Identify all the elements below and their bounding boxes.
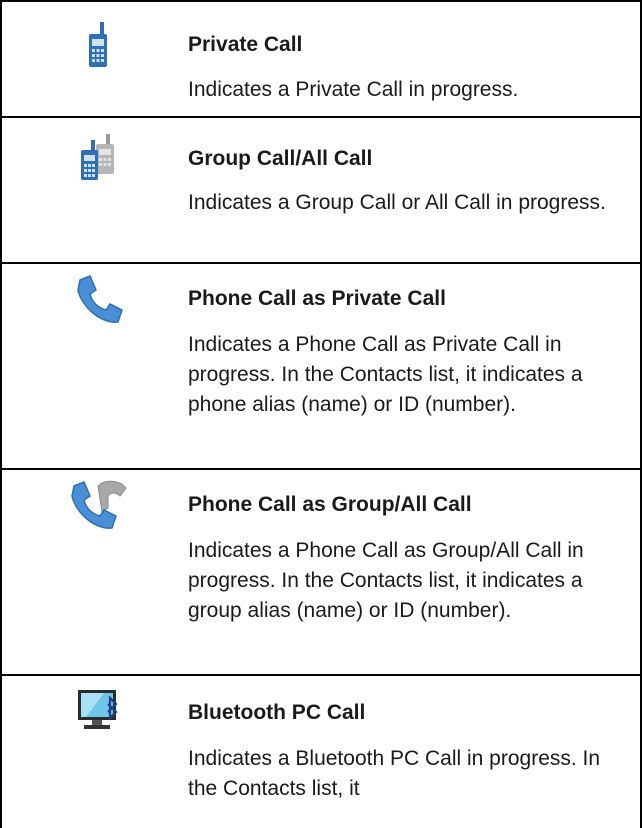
row-description: Indicates a Bluetooth PC Call in progres… bbox=[188, 747, 601, 800]
group-call-icon bbox=[81, 134, 114, 180]
icon-description-table: Private Call Indicates a Private Call in… bbox=[0, 0, 642, 828]
phone-handset-icon bbox=[77, 275, 123, 323]
row-description: Indicates a Group Call or All Call in pr… bbox=[188, 191, 606, 214]
bluetooth-pc-call-icon bbox=[78, 690, 118, 729]
table-row: Private Call Indicates a Private Call in… bbox=[2, 0, 640, 118]
table-row: Group Call/All Call Indicates a Group Ca… bbox=[2, 118, 640, 264]
row-description: Indicates a Phone Call as Private Call i… bbox=[188, 333, 583, 416]
table-row: Phone Call as Group/All Call Indicates a… bbox=[2, 470, 640, 676]
row-title: Group Call/All Call bbox=[188, 147, 373, 170]
row-title: Bluetooth PC Call bbox=[188, 701, 366, 724]
private-call-icon bbox=[89, 22, 107, 67]
table-row: Bluetooth PC Call Indicates a Bluetooth … bbox=[2, 676, 640, 828]
row-title: Phone Call as Group/All Call bbox=[188, 493, 472, 516]
row-description: Indicates a Private Call in progress. bbox=[188, 78, 519, 101]
row-title: Phone Call as Private Call bbox=[188, 287, 446, 310]
row-description: Indicates a Phone Call as Group/All Call… bbox=[188, 539, 584, 622]
row-title: Private Call bbox=[188, 33, 303, 56]
phone-call-group-icon bbox=[71, 480, 127, 529]
table-row: Phone Call as Private Call Indicates a P… bbox=[2, 264, 640, 470]
